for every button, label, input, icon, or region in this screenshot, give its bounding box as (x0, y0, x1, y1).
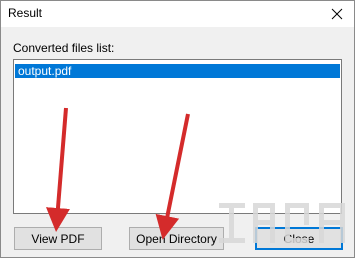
window-title: Result (8, 6, 43, 20)
close-icon (331, 8, 343, 20)
converted-files-label: Converted files list: (13, 41, 115, 55)
converted-files-list[interactable]: output.pdf (13, 59, 342, 214)
open-directory-button[interactable]: Open Directory (129, 227, 224, 250)
title-bar: Result (1, 1, 354, 27)
close-window-button[interactable] (320, 1, 354, 27)
view-pdf-button[interactable]: View PDF (14, 227, 102, 250)
watermark-logo (219, 203, 345, 243)
list-item[interactable]: output.pdf (15, 64, 340, 78)
